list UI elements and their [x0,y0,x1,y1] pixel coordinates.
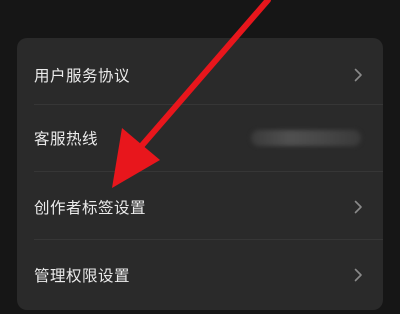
settings-item-service-hotline[interactable]: 客服热线 [17,104,383,172]
settings-screen: 用户服务协议 客服热线 创作者标签设置 管理权限设置 [0,0,400,314]
blurred-phone-number [251,130,361,146]
chevron-right-icon [351,199,365,215]
settings-item-label: 创作者标签设置 [34,199,147,217]
settings-item-label: 用户服务协议 [34,67,131,85]
settings-item-user-agreement[interactable]: 用户服务协议 [17,41,383,109]
chevron-right-icon [351,67,365,83]
chevron-right-icon [351,267,365,283]
divider [34,239,383,240]
settings-item-label: 管理权限设置 [34,267,131,285]
settings-item-creator-tag[interactable]: 创作者标签设置 [17,173,383,241]
divider [34,171,383,172]
settings-item-label: 客服热线 [34,130,99,148]
settings-card: 用户服务协议 客服热线 创作者标签设置 管理权限设置 [17,38,383,310]
settings-item-permission[interactable]: 管理权限设置 [17,241,383,309]
